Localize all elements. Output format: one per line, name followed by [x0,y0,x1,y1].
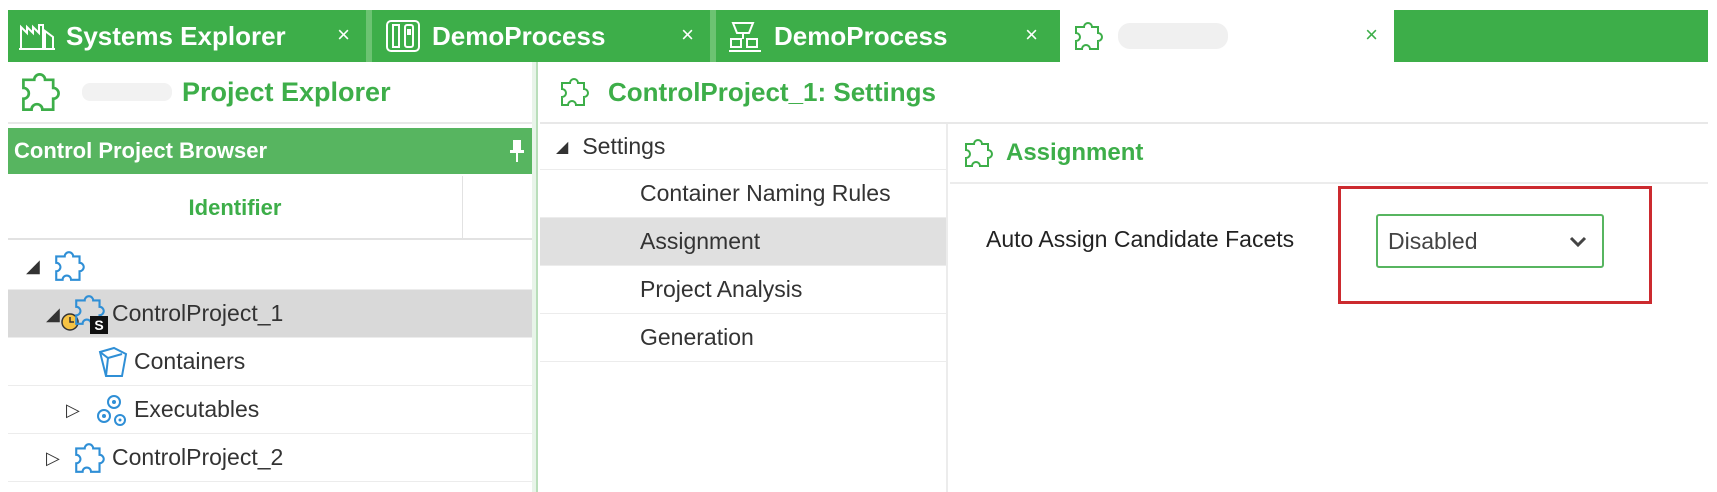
column-identifier[interactable]: Identifier [8,176,463,240]
container-icon [98,346,128,377]
expand-icon[interactable]: ▷ [66,400,80,421]
tab-label: DemoProcess [774,20,948,51]
tab-separator [366,10,372,62]
controller-icon [384,17,422,55]
tree-row-controlproject-2[interactable]: ▷ ControlProject_2 [8,434,538,482]
nav-item-generation[interactable]: Generation [540,314,946,362]
close-icon[interactable]: × [681,22,694,48]
tree-label: Executables [134,396,260,422]
auto-assign-select[interactable]: Disabled [1376,214,1604,268]
close-icon[interactable]: × [1025,22,1038,48]
nav-root-label: Settings [582,133,666,159]
settings-nav: ◢ Settings Container Naming Rules Assign… [540,124,948,492]
tree-row-executables[interactable]: ▷ Executables [8,386,538,434]
gear-group-icon [97,395,126,426]
tab-label [1118,23,1228,49]
assignment-header: Assignment [950,124,1708,184]
pin-icon[interactable] [510,140,524,162]
puzzle-icon [22,73,60,111]
control-project-browser-bar: Control Project Browser [8,128,538,174]
close-icon[interactable]: × [337,22,350,48]
collapse-icon[interactable]: ◢ [46,304,60,325]
tab-bar: Systems Explorer × DemoProcess × DemoPro… [8,10,1708,62]
puzzle-icon [75,443,105,473]
puzzle-icon [1070,17,1108,55]
redacted-text [82,83,172,101]
nav-item-assignment[interactable]: Assignment [540,218,946,266]
project-tree: ◢ ◢ S ControlProject_1 Containers ▷ Exec… [8,242,538,482]
tree-column-header: Identifier [8,176,538,240]
collapse-icon[interactable]: ◢ [26,256,40,277]
section-title: Assignment [1006,139,1144,166]
puzzle-icon [561,78,589,106]
nav-root-settings[interactable]: ◢ Settings [540,124,946,170]
close-icon[interactable]: × [1365,22,1378,48]
project-explorer-header: Project Explorer [8,62,538,124]
panel-splitter[interactable] [532,62,538,492]
process-icon [726,17,764,55]
tab-demoprocess-2[interactable]: DemoProcess × [716,10,1054,62]
tree-row-controlproject-1[interactable]: ◢ S ControlProject_1 [8,290,538,338]
chevron-down-icon [1569,236,1587,248]
tab-demoprocess-1[interactable]: DemoProcess × [374,10,710,62]
puzzle-icon [55,251,85,281]
factory-icon [18,17,56,55]
tree-label: ControlProject_2 [112,444,284,470]
auto-assign-label: Auto Assign Candidate Facets [986,226,1295,252]
tab-active-project[interactable]: × [1060,10,1394,62]
select-value: Disabled [1388,227,1478,254]
tree-row-containers[interactable]: Containers [8,338,538,386]
status-badge: S [90,316,108,334]
collapse-icon[interactable]: ◢ [556,137,568,157]
tab-systems-explorer[interactable]: Systems Explorer × [8,10,366,62]
expand-icon[interactable]: ▷ [46,448,60,469]
browser-title: Control Project Browser [14,138,268,163]
puzzle-icon [965,139,993,167]
nav-item-project-analysis[interactable]: Project Analysis [540,266,946,314]
tree-label: Containers [134,348,246,374]
tree-row-root[interactable]: ◢ [8,242,538,290]
settings-header: ControlProject_1: Settings [540,62,1708,124]
page-title: ControlProject_1: Settings [608,76,936,107]
nav-item-container-naming-rules[interactable]: Container Naming Rules [540,170,946,218]
tab-label: DemoProcess [432,20,606,51]
tree-label: ControlProject_1 [112,300,284,326]
tab-label: Systems Explorer [66,20,286,51]
panel-title: Project Explorer [182,76,391,107]
